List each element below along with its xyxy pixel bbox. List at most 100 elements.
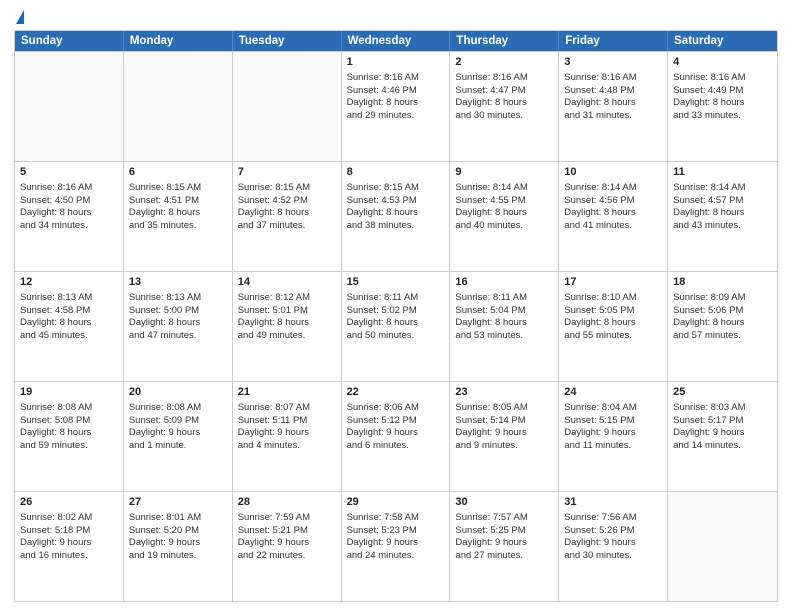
- calendar-row-2: 12Sunrise: 8:13 AMSunset: 4:58 PMDayligh…: [15, 271, 777, 381]
- day-info: Daylight: 8 hours: [129, 317, 227, 330]
- day-number: 23: [455, 385, 553, 400]
- day-info: Sunrise: 8:15 AM: [347, 182, 445, 195]
- day-info: and 19 minutes.: [129, 550, 227, 563]
- day-info: and 11 minutes.: [564, 440, 662, 453]
- day-info: Sunrise: 8:07 AM: [238, 402, 336, 415]
- day-info: and 14 minutes.: [673, 440, 772, 453]
- header-day-sunday: Sunday: [15, 31, 124, 51]
- day-number: 19: [20, 385, 118, 400]
- day-info: and 6 minutes.: [347, 440, 445, 453]
- day-info: and 40 minutes.: [455, 220, 553, 233]
- day-info: Sunrise: 8:03 AM: [673, 402, 772, 415]
- day-info: Daylight: 9 hours: [347, 537, 445, 550]
- day-info: Daylight: 9 hours: [129, 537, 227, 550]
- day-cell-5: 5Sunrise: 8:16 AMSunset: 4:50 PMDaylight…: [15, 162, 124, 271]
- day-info: and 1 minute.: [129, 440, 227, 453]
- day-info: Daylight: 9 hours: [455, 537, 553, 550]
- logo: [14, 10, 24, 24]
- day-number: 5: [20, 165, 118, 180]
- day-info: Daylight: 8 hours: [20, 427, 118, 440]
- day-info: Sunset: 5:21 PM: [238, 525, 336, 538]
- day-info: Sunset: 5:05 PM: [564, 305, 662, 318]
- day-info: Sunrise: 7:57 AM: [455, 512, 553, 525]
- day-info: Daylight: 9 hours: [455, 427, 553, 440]
- day-info: Sunset: 4:58 PM: [20, 305, 118, 318]
- day-info: Sunset: 5:25 PM: [455, 525, 553, 538]
- day-info: Sunset: 5:18 PM: [20, 525, 118, 538]
- day-info: Sunset: 4:50 PM: [20, 195, 118, 208]
- day-info: Sunrise: 8:06 AM: [347, 402, 445, 415]
- day-info: Sunset: 5:26 PM: [564, 525, 662, 538]
- day-number: 24: [564, 385, 662, 400]
- day-info: Sunrise: 8:12 AM: [238, 292, 336, 305]
- day-number: 31: [564, 495, 662, 510]
- day-number: 27: [129, 495, 227, 510]
- day-info: and 16 minutes.: [20, 550, 118, 563]
- day-info: Sunset: 5:09 PM: [129, 415, 227, 428]
- day-info: and 37 minutes.: [238, 220, 336, 233]
- day-info: Sunrise: 7:56 AM: [564, 512, 662, 525]
- day-info: Daylight: 8 hours: [347, 97, 445, 110]
- day-info: Sunrise: 8:11 AM: [347, 292, 445, 305]
- page: SundayMondayTuesdayWednesdayThursdayFrid…: [0, 0, 792, 612]
- day-number: 10: [564, 165, 662, 180]
- day-cell-23: 23Sunrise: 8:05 AMSunset: 5:14 PMDayligh…: [450, 382, 559, 491]
- calendar-row-4: 26Sunrise: 8:02 AMSunset: 5:18 PMDayligh…: [15, 491, 777, 601]
- day-info: Daylight: 8 hours: [564, 207, 662, 220]
- day-info: Sunrise: 8:16 AM: [673, 72, 772, 85]
- day-info: Sunset: 5:02 PM: [347, 305, 445, 318]
- day-number: 20: [129, 385, 227, 400]
- day-info: and 4 minutes.: [238, 440, 336, 453]
- logo-icon: [16, 10, 24, 24]
- day-info: Sunrise: 8:14 AM: [455, 182, 553, 195]
- day-cell-13: 13Sunrise: 8:13 AMSunset: 5:00 PMDayligh…: [124, 272, 233, 381]
- day-number: 7: [238, 165, 336, 180]
- day-cell-2: 2Sunrise: 8:16 AMSunset: 4:47 PMDaylight…: [450, 52, 559, 161]
- day-info: Daylight: 9 hours: [564, 427, 662, 440]
- day-cell-31: 31 Sunrise: 7:56 AMSunset: 5:26 PMDayligh…: [559, 492, 668, 601]
- day-cell-22: 22Sunrise: 8:06 AMSunset: 5:12 PMDayligh…: [342, 382, 451, 491]
- day-cell-15: 15Sunrise: 8:11 AMSunset: 5:02 PMDayligh…: [342, 272, 451, 381]
- day-info: Daylight: 8 hours: [564, 317, 662, 330]
- day-info: Daylight: 9 hours: [564, 537, 662, 550]
- day-number: 28: [238, 495, 336, 510]
- day-info: Sunset: 5:14 PM: [455, 415, 553, 428]
- day-cell-14: 14Sunrise: 8:12 AMSunset: 5:01 PMDayligh…: [233, 272, 342, 381]
- day-info: Sunset: 5:12 PM: [347, 415, 445, 428]
- day-info: and 35 minutes.: [129, 220, 227, 233]
- day-info: Sunrise: 8:16 AM: [564, 72, 662, 85]
- day-info: Sunset: 5:00 PM: [129, 305, 227, 318]
- day-cell-empty-0-1: [124, 52, 233, 161]
- day-info: Daylight: 8 hours: [20, 207, 118, 220]
- day-number: 9: [455, 165, 553, 180]
- day-info: Sunset: 5:17 PM: [673, 415, 772, 428]
- day-info: Sunrise: 8:15 AM: [129, 182, 227, 195]
- day-cell-11: 11Sunrise: 8:14 AMSunset: 4:57 PMDayligh…: [668, 162, 777, 271]
- day-info: Sunset: 5:04 PM: [455, 305, 553, 318]
- day-info: and 30 minutes.: [455, 110, 553, 123]
- day-info: and 55 minutes.: [564, 330, 662, 343]
- day-cell-1: 1Sunrise: 8:16 AMSunset: 4:46 PMDaylight…: [342, 52, 451, 161]
- day-cell-empty-0-0: [15, 52, 124, 161]
- day-cell-30: 30Sunrise: 7:57 AMSunset: 5:25 PMDayligh…: [450, 492, 559, 601]
- day-cell-4: 4Sunrise: 8:16 AMSunset: 4:49 PMDaylight…: [668, 52, 777, 161]
- day-number: 3: [564, 55, 662, 70]
- day-info: and 24 minutes.: [347, 550, 445, 563]
- day-info: and 31 minutes.: [564, 110, 662, 123]
- calendar: SundayMondayTuesdayWednesdayThursdayFrid…: [14, 30, 778, 602]
- day-info: Sunrise: 7:59 AM: [238, 512, 336, 525]
- header-day-tuesday: Tuesday: [233, 31, 342, 51]
- day-number: 13: [129, 275, 227, 290]
- day-info: and 49 minutes.: [238, 330, 336, 343]
- day-info: Daylight: 8 hours: [673, 207, 772, 220]
- day-info: Sunset: 4:47 PM: [455, 85, 553, 98]
- day-cell-empty-4-6: [668, 492, 777, 601]
- day-cell-27: 27Sunrise: 8:01 AMSunset: 5:20 PMDayligh…: [124, 492, 233, 601]
- day-number: 14: [238, 275, 336, 290]
- day-cell-16: 16Sunrise: 8:11 AMSunset: 5:04 PMDayligh…: [450, 272, 559, 381]
- day-info: Daylight: 9 hours: [238, 537, 336, 550]
- day-cell-19: 19Sunrise: 8:08 AMSunset: 5:08 PMDayligh…: [15, 382, 124, 491]
- calendar-row-1: 5Sunrise: 8:16 AMSunset: 4:50 PMDaylight…: [15, 161, 777, 271]
- day-info: Sunset: 5:06 PM: [673, 305, 772, 318]
- day-info: and 30 minutes.: [564, 550, 662, 563]
